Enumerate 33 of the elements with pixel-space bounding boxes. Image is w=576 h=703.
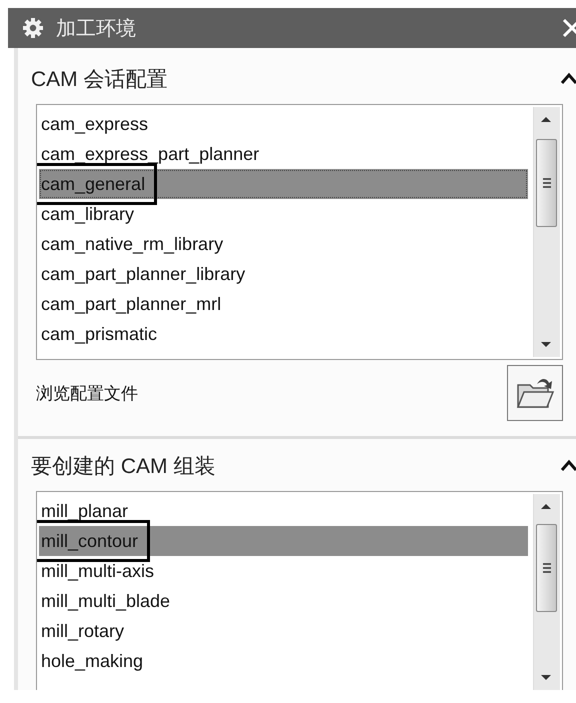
list-item[interactable]: cam_library	[39, 199, 528, 229]
grip-icon	[542, 562, 552, 574]
list-item[interactable]: cam_express	[39, 109, 528, 139]
scroll-down-icon[interactable]	[540, 674, 552, 682]
window-title: 加工环境	[56, 16, 136, 42]
scroll-down-icon[interactable]	[540, 341, 552, 349]
section-title: 要创建的 CAM 组装	[31, 454, 216, 480]
chevron-icon[interactable]	[560, 72, 576, 86]
open-folder-button[interactable]	[507, 365, 563, 421]
close-icon[interactable]	[562, 18, 576, 38]
list-item[interactable]: mill_multi_blade	[39, 586, 528, 616]
list-item[interactable]: cam_prismatic	[39, 319, 528, 349]
list-item[interactable]: cam_general	[39, 169, 528, 199]
scroll-up-icon[interactable]	[540, 115, 552, 123]
scroll-thumb[interactable]	[536, 139, 557, 227]
chevron-icon[interactable]	[560, 459, 576, 473]
list-item[interactable]: mill_contour	[39, 526, 528, 556]
list-item[interactable]: mill_rotary	[39, 616, 528, 646]
scroll-up-icon[interactable]	[540, 502, 552, 510]
list-item[interactable]: cam_part_planner_mrl	[39, 289, 528, 319]
list-item[interactable]: cam_part_planner_library	[39, 259, 528, 289]
scroll-thumb[interactable]	[536, 524, 557, 612]
scrollbar[interactable]	[533, 494, 560, 690]
list-item[interactable]: cam_native_rm_library	[39, 229, 528, 259]
browse-label: 浏览配置文件	[36, 382, 138, 404]
scrollbar[interactable]	[533, 107, 560, 357]
gear-icon	[22, 17, 44, 39]
grip-icon	[542, 177, 552, 189]
list-item[interactable]: hole_making	[39, 646, 528, 676]
section-title: CAM 会话配置	[31, 67, 168, 93]
list-item[interactable]: mill_multi-axis	[39, 556, 528, 586]
list-item[interactable]: cam_express_part_planner	[39, 139, 528, 169]
list-item[interactable]: mill_planar	[39, 496, 528, 526]
